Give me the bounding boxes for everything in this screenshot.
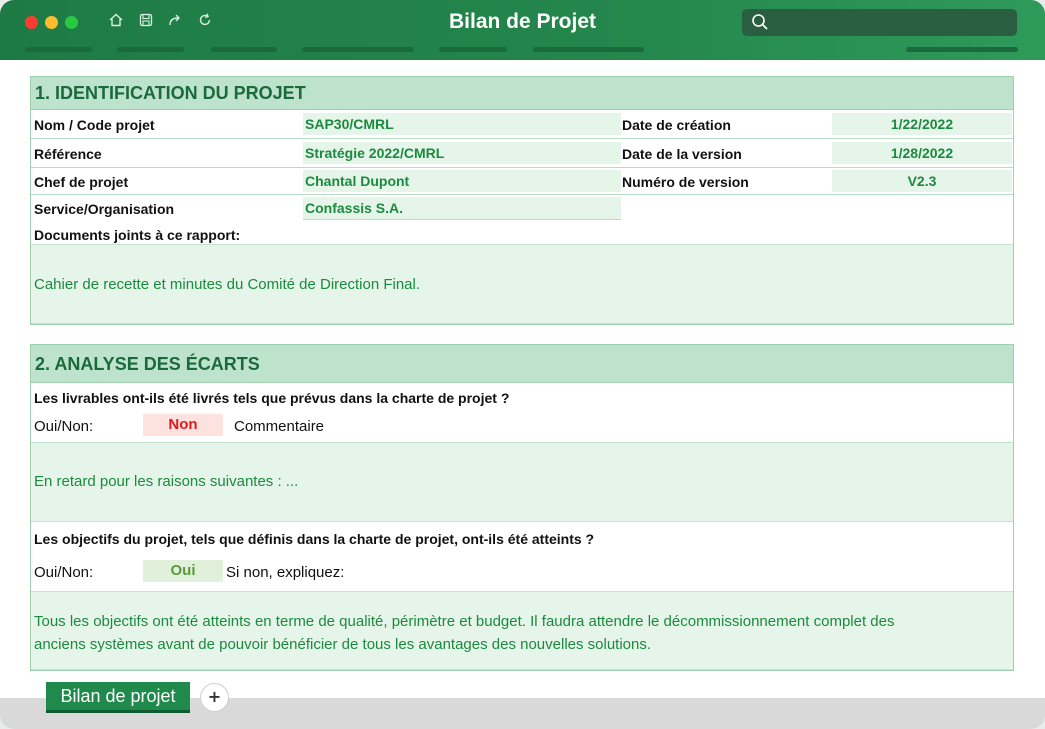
label-reference: Référence bbox=[34, 146, 102, 162]
value-project-code[interactable]: SAP30/CMRL bbox=[303, 113, 621, 135]
value-project-manager[interactable]: Chantal Dupont bbox=[303, 170, 621, 192]
menu-item-5[interactable] bbox=[439, 47, 507, 52]
section-heading: 2. ANALYSE DES ÉCARTS bbox=[31, 345, 1013, 383]
question-objectives: Les objectifs du projet, tels que défini… bbox=[34, 531, 595, 547]
comment-label: Commentaire bbox=[234, 418, 325, 435]
label-attachments: Documents joints à ce rapport: bbox=[34, 227, 241, 243]
row-divider bbox=[31, 167, 1013, 168]
menu-item-2[interactable] bbox=[117, 47, 184, 52]
add-sheet-button[interactable]: + bbox=[200, 683, 229, 712]
comment-line: anciens systèmes avant de pouvoir bénéfi… bbox=[34, 636, 652, 653]
label-version-date: Date de la version bbox=[622, 146, 742, 162]
menu-item-7[interactable] bbox=[906, 47, 1018, 52]
section-heading: 1. IDENTIFICATION DU PROJET bbox=[31, 77, 1013, 110]
value-version-date[interactable]: 1/28/2022 bbox=[832, 142, 1012, 164]
search-box[interactable] bbox=[742, 9, 1017, 36]
yes-no-label: Oui/Non: bbox=[34, 418, 94, 435]
answer-deliverables[interactable]: Non bbox=[143, 414, 223, 436]
search-input[interactable] bbox=[776, 12, 1010, 34]
sheet-content: 1. IDENTIFICATION DU PROJET Nom / Code p… bbox=[0, 60, 1045, 700]
answer-objectives[interactable]: Oui bbox=[143, 560, 223, 582]
label-service: Service/Organisation bbox=[34, 201, 175, 217]
comment-deliverables[interactable]: En retard pour les raisons suivantes : .… bbox=[31, 442, 1013, 522]
title-bar: Bilan de Projet bbox=[0, 0, 1045, 60]
section-gap-analysis: 2. ANALYSE DES ÉCARTS Les livrables ont-… bbox=[30, 344, 1014, 671]
search-icon bbox=[751, 13, 769, 31]
row-divider bbox=[31, 194, 1013, 195]
value-version-number[interactable]: V2.3 bbox=[832, 170, 1012, 192]
menu-item-4[interactable] bbox=[302, 47, 414, 52]
label-project-code: Nom / Code projet bbox=[34, 117, 155, 133]
section-identification: 1. IDENTIFICATION DU PROJET Nom / Code p… bbox=[30, 76, 1014, 325]
menu-item-1[interactable] bbox=[25, 47, 92, 52]
menu-item-6[interactable] bbox=[533, 47, 644, 52]
explain-label: Si non, expliquez: bbox=[226, 564, 345, 581]
value-creation-date[interactable]: 1/22/2022 bbox=[832, 113, 1012, 135]
row-divider bbox=[31, 138, 1013, 139]
app-window: Bilan de Projet 1. IDENTIFICATION DU PRO… bbox=[0, 0, 1045, 729]
value-reference[interactable]: Stratégie 2022/CMRL bbox=[303, 142, 621, 164]
label-version-number: Numéro de version bbox=[622, 174, 749, 190]
attachments-text[interactable]: Cahier de recette et minutes du Comité d… bbox=[31, 244, 1013, 324]
sheet-tab-bilan[interactable]: Bilan de projet bbox=[46, 682, 190, 713]
yes-no-label: Oui/Non: bbox=[34, 564, 94, 581]
label-project-manager: Chef de projet bbox=[34, 174, 129, 190]
label-creation-date: Date de création bbox=[622, 117, 731, 133]
question-deliverables: Les livrables ont-ils été livrés tels qu… bbox=[34, 390, 510, 406]
menu-item-3[interactable] bbox=[211, 47, 277, 52]
comment-line: Tous les objectifs ont été atteints en t… bbox=[34, 613, 895, 630]
comment-objectives[interactable]: Tous les objectifs ont été atteints en t… bbox=[31, 591, 1013, 670]
value-service[interactable]: Confassis S.A. bbox=[303, 197, 621, 220]
